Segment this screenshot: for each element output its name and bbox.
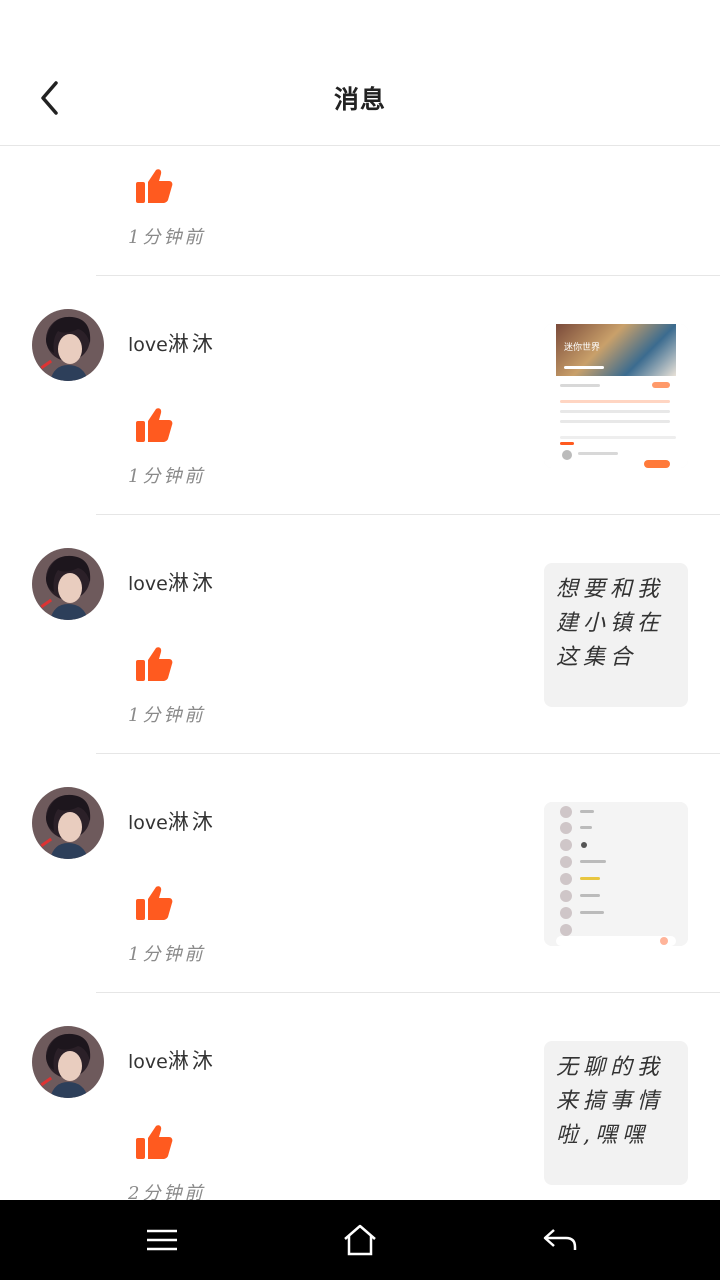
- avatar[interactable]: [32, 1026, 104, 1098]
- status-bar: [0, 0, 720, 50]
- home-button[interactable]: [338, 1218, 382, 1262]
- timestamp: 1分钟前: [128, 466, 206, 487]
- thumbs-up-icon: [134, 167, 174, 205]
- thumbs-up-icon: [134, 406, 174, 444]
- home-icon: [344, 1224, 376, 1256]
- menu-icon: [147, 1229, 177, 1251]
- username[interactable]: love淋沐: [128, 1045, 216, 1075]
- list-item[interactable]: love淋沐 1分钟前: [0, 754, 720, 993]
- thumbs-up-icon: [134, 1123, 174, 1161]
- list-item[interactable]: love淋沐 1分钟前 迷你世界: [0, 276, 720, 515]
- avatar[interactable]: [32, 309, 104, 381]
- thumbnail-text: 无聊的我来搞事情啦,嘿嘿: [556, 1055, 665, 1148]
- list-item[interactable]: 1分钟前: [0, 146, 720, 276]
- menu-button[interactable]: [140, 1218, 184, 1262]
- timestamp: 1分钟前: [128, 944, 206, 965]
- timestamp: 2分钟前: [128, 1183, 206, 1200]
- return-button[interactable]: [538, 1218, 582, 1262]
- list-item[interactable]: love淋沐 1分钟前 想要和我建小镇在这集合: [0, 515, 720, 754]
- list-item[interactable]: love淋沐 2分钟前 无聊的我来搞事情啦,嘿嘿: [0, 993, 720, 1200]
- post-thumbnail[interactable]: 无聊的我来搞事情啦,嘿嘿: [544, 1041, 688, 1185]
- page-title: 消息: [333, 85, 386, 114]
- timestamp: 1分钟前: [128, 705, 206, 726]
- thumbs-up-icon: [134, 884, 174, 922]
- thumbnail-screenshot: [544, 802, 688, 946]
- post-thumbnail[interactable]: 迷你世界: [544, 324, 688, 468]
- username[interactable]: love淋沐: [128, 567, 216, 597]
- thumbnail-screenshot: 迷你世界: [544, 324, 688, 468]
- avatar[interactable]: [32, 787, 104, 859]
- timestamp: 1分钟前: [128, 227, 206, 248]
- thumbs-up-icon: [134, 645, 174, 683]
- post-thumbnail[interactable]: [544, 802, 688, 946]
- back-arrow-icon: [543, 1229, 577, 1250]
- post-thumbnail[interactable]: 想要和我建小镇在这集合: [544, 563, 688, 707]
- username[interactable]: love淋沐: [128, 328, 216, 358]
- system-nav-bar: [0, 1200, 720, 1280]
- username[interactable]: love淋沐: [128, 806, 216, 836]
- message-list: 1分钟前 love淋沐 1分钟前 迷你世界 love淋沐 1分钟前 想要和我建小…: [0, 146, 720, 1200]
- header: 消息: [0, 50, 720, 146]
- avatar[interactable]: [32, 548, 104, 620]
- thumbnail-text: 想要和我建小镇在这集合: [556, 577, 665, 670]
